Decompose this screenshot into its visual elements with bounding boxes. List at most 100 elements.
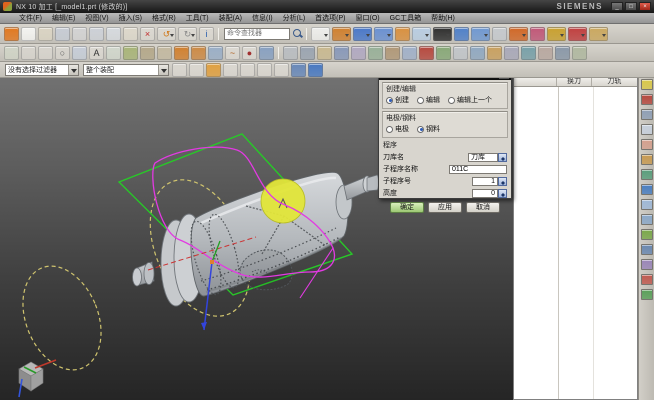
exploded-view-icon[interactable]: [487, 46, 502, 60]
open-icon[interactable]: [38, 27, 53, 41]
delete-icon[interactable]: ×: [140, 27, 155, 41]
height-stepper[interactable]: 0: [472, 189, 507, 198]
shaded-cube-icon[interactable]: [353, 27, 372, 41]
snap-intersection-icon[interactable]: [223, 63, 238, 77]
bounding-body-icon[interactable]: [334, 46, 349, 60]
search-icon[interactable]: [292, 28, 303, 39]
close-button[interactable]: ×: [639, 2, 651, 11]
toolpath-ellipse-small[interactable]: [8, 254, 115, 381]
extrude-icon[interactable]: [208, 46, 223, 60]
pan-hand-icon[interactable]: [395, 27, 410, 41]
isolate-red-icon[interactable]: [641, 274, 653, 285]
snap-arc-center-icon[interactable]: [240, 63, 255, 77]
subprogram-number-stepper[interactable]: 1: [472, 177, 507, 186]
radio-electrode[interactable]: 电极: [386, 124, 409, 134]
wave-link-icon[interactable]: [521, 46, 536, 60]
snap-quadrant-icon[interactable]: [257, 63, 272, 77]
command-touch-icon[interactable]: i: [199, 27, 214, 41]
cut-icon[interactable]: [89, 27, 104, 41]
radio-edit-previous[interactable]: 编辑上一个: [448, 95, 492, 105]
wave-icon[interactable]: ~: [225, 46, 240, 60]
view-orient-icon[interactable]: [332, 27, 351, 41]
snap-existing-point-icon[interactable]: [274, 63, 289, 77]
text-icon[interactable]: A: [89, 46, 104, 60]
paste-icon[interactable]: [123, 27, 138, 41]
menu-view[interactable]: 视图(V): [80, 13, 113, 23]
split-window-icon[interactable]: [471, 27, 490, 41]
command-finder-input[interactable]: [224, 28, 290, 40]
radio-dot[interactable]: [417, 97, 424, 104]
window-layout-icon[interactable]: [311, 27, 330, 41]
left-shaft-cap[interactable]: [133, 268, 142, 286]
snap-midpoint-icon[interactable]: [189, 63, 204, 77]
menu-gc-toolbox[interactable]: GC工具箱: [385, 13, 427, 23]
operation-navigator-panel[interactable]: 换刀 刀轨: [513, 66, 638, 400]
copy-icon[interactable]: [106, 27, 121, 41]
section-view-icon[interactable]: [351, 46, 366, 60]
undo-icon[interactable]: ↺: [157, 27, 176, 41]
tool-library-select[interactable]: 刀库: [468, 153, 507, 162]
machine-tool-navigator-icon[interactable]: [641, 139, 653, 150]
right-shaft-tip[interactable]: [367, 175, 379, 191]
roles-icon[interactable]: [641, 289, 653, 300]
arc-icon[interactable]: [38, 46, 53, 60]
menu-preferences[interactable]: 首选项(P): [310, 13, 350, 23]
materials-icon[interactable]: [641, 229, 653, 240]
assembly-navigator-icon[interactable]: [641, 79, 653, 90]
layer-settings-icon[interactable]: [412, 27, 431, 41]
move-component-icon[interactable]: [470, 46, 485, 60]
menu-help[interactable]: 帮助(H): [426, 13, 460, 23]
selection-scope-combo[interactable]: 整个装配: [83, 64, 169, 76]
datum-csys-icon[interactable]: [259, 46, 274, 60]
menu-insert[interactable]: 插入(S): [114, 13, 147, 23]
library-books-icon[interactable]: [641, 169, 653, 180]
menu-information[interactable]: 信息(I): [247, 13, 278, 23]
radio-edit[interactable]: 编辑: [417, 95, 440, 105]
dropdown-spinner-icon[interactable]: [498, 153, 507, 162]
menu-format[interactable]: 格式(R): [147, 13, 181, 23]
edit-section-icon[interactable]: [555, 46, 570, 60]
radio-dot[interactable]: [386, 97, 393, 104]
window-palette-icon[interactable]: [641, 199, 653, 210]
view-triad[interactable]: [19, 360, 56, 397]
draft-analysis-icon[interactable]: [402, 46, 417, 60]
annotate-pencil-icon[interactable]: [568, 27, 587, 41]
new-window-icon[interactable]: [454, 27, 469, 41]
pattern-icon[interactable]: [174, 46, 189, 60]
sequence-icon[interactable]: [504, 46, 519, 60]
process-studio-icon[interactable]: [641, 244, 653, 255]
menu-edit[interactable]: 编辑(E): [47, 13, 80, 23]
ok-button[interactable]: 确定: [390, 202, 424, 213]
spline-icon[interactable]: [72, 46, 87, 60]
analysis-sphere-icon[interactable]: [374, 27, 393, 41]
circle-icon[interactable]: ○: [55, 46, 70, 60]
point-icon[interactable]: ●: [242, 46, 257, 60]
radio-steel[interactable]: 钢料: [417, 124, 440, 134]
spectacles-icon[interactable]: [547, 27, 566, 41]
offset-curve-icon[interactable]: [123, 46, 138, 60]
manufacturing-wizard-icon[interactable]: [641, 259, 653, 270]
line-icon[interactable]: [21, 46, 36, 60]
menu-file[interactable]: 文件(F): [14, 13, 47, 23]
cancel-button[interactable]: 取消: [466, 202, 500, 213]
snap-highlight-icon[interactable]: [206, 63, 221, 77]
face-analysis-icon[interactable]: [385, 46, 400, 60]
constraint-navigator-icon[interactable]: [641, 94, 653, 105]
left-shaft-step[interactable]: [144, 263, 154, 285]
subprogram-name-input[interactable]: [449, 165, 507, 174]
maximize-button[interactable]: □: [625, 2, 637, 11]
chevron-down-icon[interactable]: [68, 65, 78, 75]
mirror-icon[interactable]: [191, 46, 206, 60]
measure-ruler-icon[interactable]: [589, 27, 608, 41]
radio-create[interactable]: 创建: [386, 95, 409, 105]
assembly-constraints-icon[interactable]: [453, 46, 468, 60]
print-icon[interactable]: [72, 27, 87, 41]
shaded-toggle-icon[interactable]: [291, 63, 306, 77]
project-curve-icon[interactable]: [140, 46, 155, 60]
menu-assemblies[interactable]: 装配(A): [214, 13, 247, 23]
operation-navigator-icon[interactable]: [641, 124, 653, 135]
object-info-icon[interactable]: [317, 46, 332, 60]
navigator-list[interactable]: [514, 87, 637, 399]
selection-filter-combo[interactable]: 没有选择过滤器: [5, 64, 79, 76]
menu-tools[interactable]: 工具(T): [181, 13, 214, 23]
